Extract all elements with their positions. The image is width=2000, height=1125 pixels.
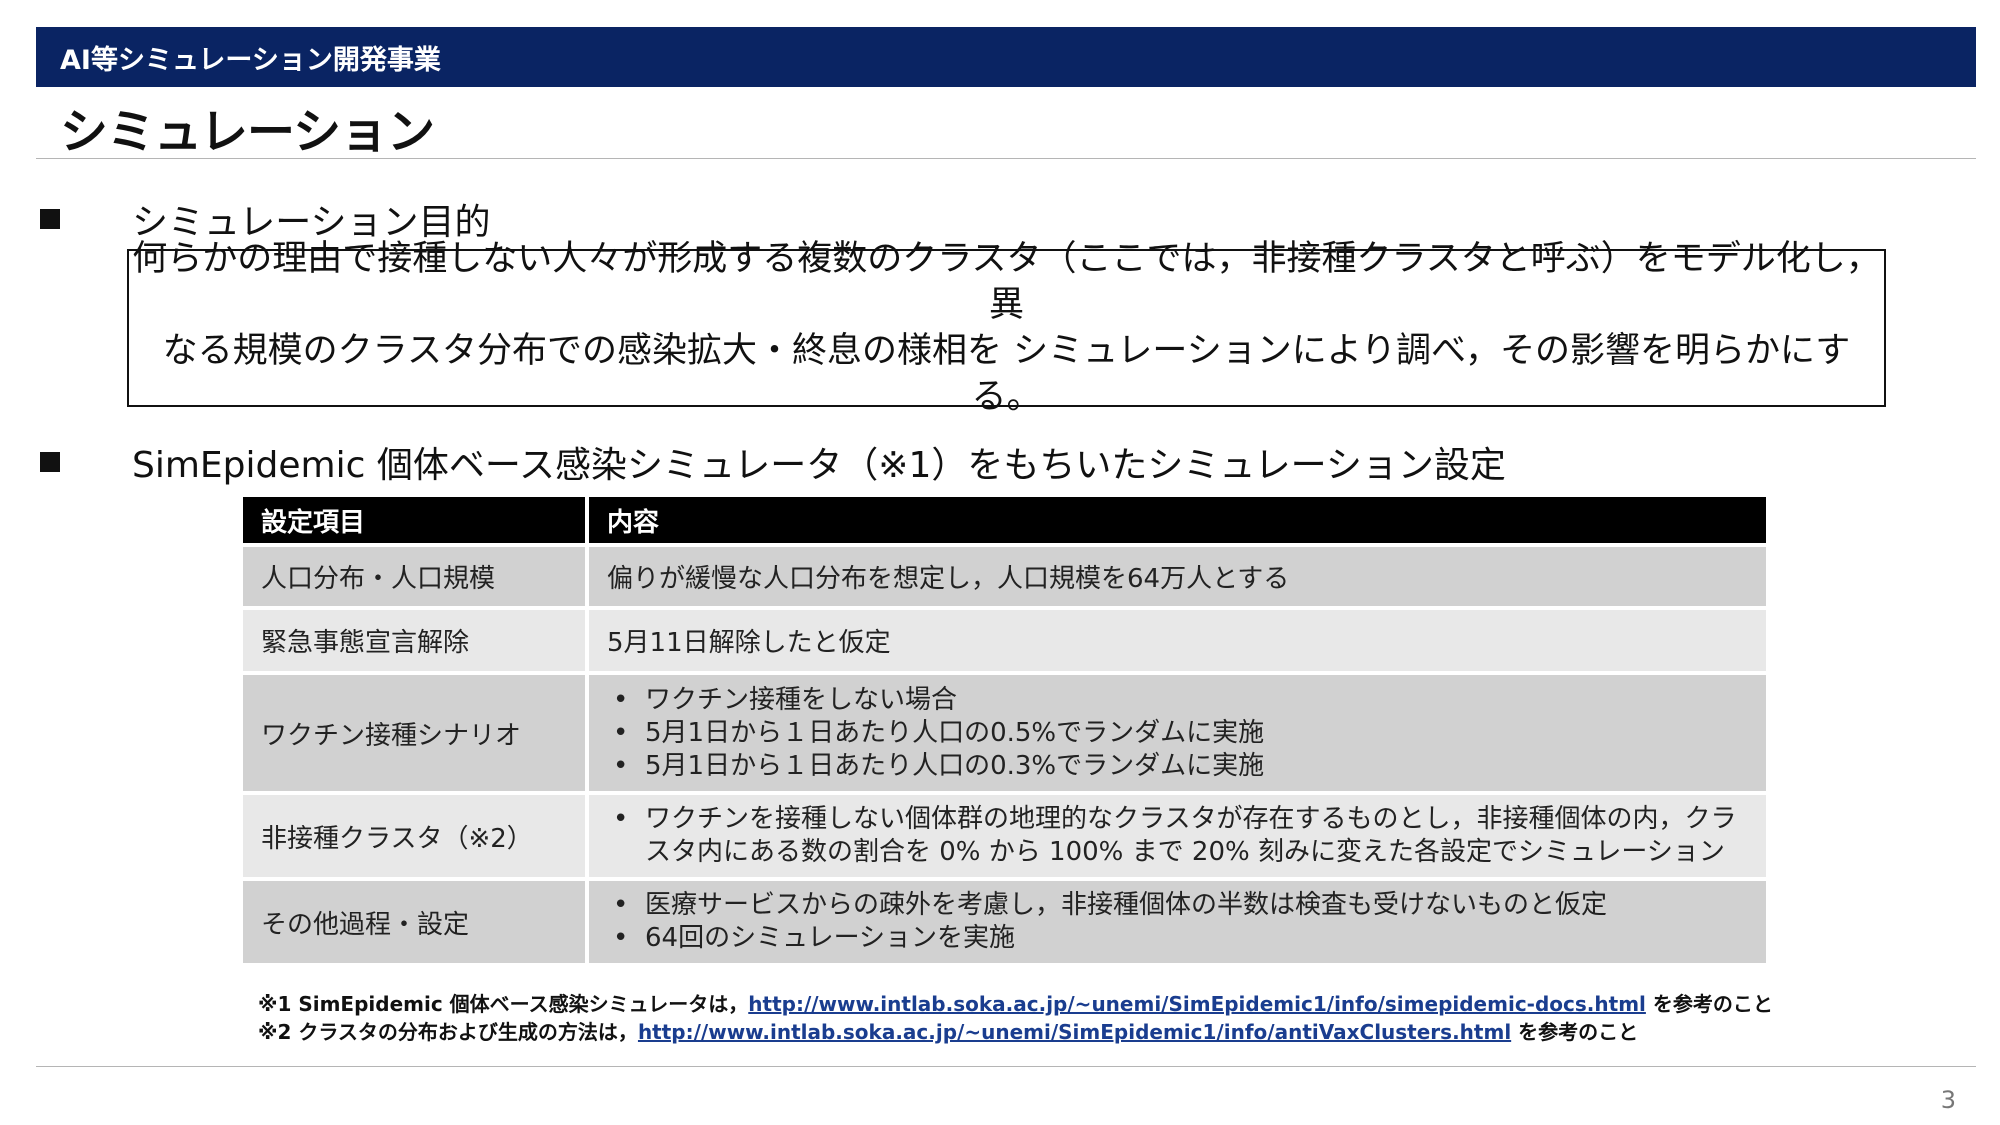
setting-item: ワクチン接種シナリオ [243, 675, 585, 791]
setting-content: ワクチン接種をしない場合 5月1日から１日あたり人口の0.5%でランダムに実施 … [589, 675, 1766, 791]
bullet-list: ワクチン接種をしない場合 5月1日から１日あたり人口の0.5%でランダムに実施 … [607, 684, 1748, 783]
bullet-list: 医療サービスからの疎外を考慮し，非接種個体の半数は検査も受けないものと仮定 64… [607, 889, 1748, 955]
footnote-text: ※1 SimEpidemic 個体ベース感染シミュレータは， [258, 992, 749, 1016]
section-header-bar: AI等シミュレーション開発事業 [36, 27, 1976, 87]
square-bullet-icon [40, 209, 60, 229]
settings-table: 設定項目 内容 人口分布・人口規模 偏りが緩慢な人口分布を想定し，人口規模を64… [239, 493, 1770, 967]
setting-content: ワクチンを接種しない個体群の地理的なクラスタが存在するものとし，非接種個体の内，… [589, 795, 1766, 877]
square-bullet-icon [40, 452, 60, 472]
footer-divider [36, 1066, 1976, 1067]
column-header-content: 内容 [589, 497, 1766, 543]
list-item: ワクチン接種をしない場合 [607, 684, 1748, 717]
section-title: AI等シミュレーション開発事業 [60, 44, 441, 76]
settings-heading-row: SimEpidemic 個体ベース感染シミュレータ（※1）をもちいたシミュレーシ… [40, 436, 1506, 488]
setting-content: 偏りが緩慢な人口分布を想定し，人口規模を64万人とする [589, 547, 1766, 606]
table-header-row: 設定項目 内容 [243, 497, 1766, 543]
purpose-box: 何らかの理由で接種しない人々が形成する複数のクラスタ（ここでは，非接種クラスタと… [127, 239, 1886, 417]
footnotes: ※1 SimEpidemic 個体ベース感染シミュレータは，http://www… [258, 990, 1773, 1046]
list-item: 64回のシミュレーションを実施 [607, 922, 1748, 955]
purpose-line-2: なる規模のクラスタ分布での感染拡大・終息の様相を シミュレーションにより調べ，そ… [162, 331, 1851, 417]
footnote-text: を参考のこと [1511, 1020, 1639, 1044]
footnote-link[interactable]: http://www.intlab.soka.ac.jp/~unemi/SimE… [638, 1020, 1511, 1044]
table-row: その他過程・設定 医療サービスからの疎外を考慮し，非接種個体の半数は検査も受けな… [243, 881, 1766, 963]
list-item: 医療サービスからの疎外を考慮し，非接種個体の半数は検査も受けないものと仮定 [607, 889, 1748, 922]
table-row: 人口分布・人口規模 偏りが緩慢な人口分布を想定し，人口規模を64万人とする [243, 547, 1766, 606]
page-number: 3 [1940, 1086, 1956, 1114]
setting-item: 人口分布・人口規模 [243, 547, 585, 606]
settings-heading: SimEpidemic 個体ベース感染シミュレータ（※1）をもちいたシミュレーシ… [132, 445, 1506, 486]
footnote-2: ※2 クラスタの分布および生成の方法は，http://www.intlab.so… [258, 1018, 1773, 1046]
column-header-item: 設定項目 [243, 497, 585, 543]
setting-content: 5月11日解除したと仮定 [589, 610, 1766, 671]
setting-content: 医療サービスからの疎外を考慮し，非接種個体の半数は検査も受けないものと仮定 64… [589, 881, 1766, 963]
bullet-list: ワクチンを接種しない個体群の地理的なクラスタが存在するものとし，非接種個体の内，… [607, 803, 1748, 869]
purpose-line-1: 何らかの理由で接種しない人々が形成する複数のクラスタ（ここでは，非接種クラスタと… [132, 239, 1881, 325]
page-title: シミュレーション [60, 104, 435, 160]
table-row: 緊急事態宣言解除 5月11日解除したと仮定 [243, 610, 1766, 671]
footnote-text: を参考のこと [1645, 992, 1773, 1016]
table-row: 非接種クラスタ（※2） ワクチンを接種しない個体群の地理的なクラスタが存在するも… [243, 795, 1766, 877]
title-divider [36, 158, 1976, 159]
list-item: 5月1日から１日あたり人口の0.5%でランダムに実施 [607, 717, 1748, 750]
setting-item: 非接種クラスタ（※2） [243, 795, 585, 877]
table-row: ワクチン接種シナリオ ワクチン接種をしない場合 5月1日から１日あたり人口の0.… [243, 675, 1766, 791]
footnote-link[interactable]: http://www.intlab.soka.ac.jp/~unemi/SimE… [748, 992, 1646, 1016]
setting-item: その他過程・設定 [243, 881, 585, 963]
list-item: 5月1日から１日あたり人口の0.3%でランダムに実施 [607, 750, 1748, 783]
list-item: ワクチンを接種しない個体群の地理的なクラスタが存在するものとし，非接種個体の内，… [607, 803, 1748, 869]
setting-item: 緊急事態宣言解除 [243, 610, 585, 671]
footnote-text: ※2 クラスタの分布および生成の方法は， [258, 1020, 638, 1044]
footnote-1: ※1 SimEpidemic 個体ベース感染シミュレータは，http://www… [258, 990, 1773, 1018]
